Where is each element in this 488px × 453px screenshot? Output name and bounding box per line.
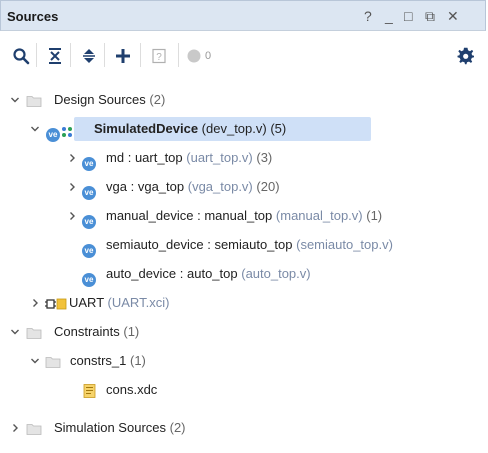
tree-node-child[interactable]: ve vga : vga_top (vga_top.v) (20) xyxy=(0,176,486,200)
help-button[interactable]: ? xyxy=(364,8,372,24)
instance-name: auto_device xyxy=(106,266,177,281)
toolbar: ? 0 xyxy=(0,31,486,80)
verilog-file-icon: ve xyxy=(46,122,60,142)
chevron-down-icon[interactable] xyxy=(8,321,22,343)
module-name: vga_top xyxy=(137,179,185,194)
instance-name: semiauto_device xyxy=(106,237,204,252)
chevron-right-icon[interactable] xyxy=(8,417,22,439)
tree-file: (uart_top.v) xyxy=(186,150,253,165)
tree-file: (UART.xci) xyxy=(107,295,170,310)
module-name: auto_top xyxy=(187,266,238,281)
folder-icon xyxy=(26,325,42,339)
tree-label: constrs_1 xyxy=(70,353,127,368)
tree-file: (dev_top.v) xyxy=(201,121,267,136)
tree-node-child[interactable]: ve md : uart_top (uart_top.v) (3) xyxy=(0,147,486,171)
verilog-file-icon: ve xyxy=(82,209,98,229)
messages-badge[interactable]: 0 xyxy=(186,45,246,67)
tree-count: (3) xyxy=(256,150,273,165)
panel-title: Sources xyxy=(7,9,59,24)
tree-label: Simulation Sources xyxy=(54,420,166,435)
collapse-all-icon[interactable] xyxy=(44,45,66,67)
instance-name: manual_device xyxy=(106,208,194,223)
tree-node-design-sources[interactable]: Design Sources (2) xyxy=(0,89,486,111)
tree-node-uart-ip[interactable]: UART (UART.xci) xyxy=(0,292,486,314)
chevron-down-icon[interactable] xyxy=(28,350,42,372)
minimize-button[interactable]: _ xyxy=(385,8,393,24)
instance-name: md xyxy=(106,150,125,165)
tree-count: (5) xyxy=(270,121,287,136)
tree-count: (1) xyxy=(130,353,146,368)
tree-node-child[interactable]: ve auto_device : auto_top (auto_top.v) xyxy=(0,263,486,287)
panel-title-bar: Sources ? _ □ ⧉ ✕ xyxy=(0,0,486,31)
chevron-down-icon[interactable] xyxy=(8,89,22,111)
tree-count: (1) xyxy=(366,208,383,223)
tree-node-xdc-file[interactable]: cons.xdc xyxy=(0,379,486,401)
folder-icon xyxy=(26,421,42,435)
tree-label: Design Sources xyxy=(54,92,146,107)
tree-node-constraints[interactable]: Constraints (1) xyxy=(0,321,486,343)
hierarchy-top-icon xyxy=(61,123,73,137)
ip-core-icon xyxy=(45,296,67,310)
close-button[interactable]: ✕ xyxy=(447,8,459,24)
tree-count: (2) xyxy=(149,92,166,107)
module-name: semiauto_top xyxy=(214,237,293,252)
gear-icon[interactable] xyxy=(455,45,477,67)
chevron-right-icon[interactable] xyxy=(65,205,79,227)
svg-text:?: ? xyxy=(156,52,162,63)
properties-icon[interactable]: ? xyxy=(148,45,170,67)
module-name: uart_top xyxy=(134,150,183,165)
chevron-right-icon[interactable] xyxy=(65,147,79,169)
toolbar-separator xyxy=(140,43,141,67)
status-dot-icon xyxy=(187,49,201,63)
instance-name: vga xyxy=(106,179,127,194)
badge-count: 0 xyxy=(205,50,212,62)
tree-label: Constraints xyxy=(54,324,120,339)
module-name: manual_top xyxy=(204,208,273,223)
toolbar-separator xyxy=(104,43,105,67)
toolbar-separator xyxy=(70,43,71,67)
verilog-file-icon: ve xyxy=(82,267,98,287)
tree-file: (semiauto_top.v) xyxy=(296,237,393,252)
add-sources-icon[interactable] xyxy=(112,45,134,67)
toolbar-separator xyxy=(36,43,37,67)
tree-label: cons.xdc xyxy=(106,382,158,397)
chevron-down-icon[interactable] xyxy=(28,118,42,140)
tree-file: (vga_top.v) xyxy=(187,179,253,194)
tree-node-simulation-sources[interactable]: Simulation Sources (2) xyxy=(0,417,486,439)
tree-count: (2) xyxy=(169,420,186,435)
sources-tree: Design Sources (2) ve SimulatedDevice (d… xyxy=(0,80,486,453)
toolbar-separator xyxy=(178,43,179,67)
tree-file: (manual_top.v) xyxy=(275,208,363,223)
float-button[interactable]: ⧉ xyxy=(425,8,435,24)
tree-label: SimulatedDevice xyxy=(94,121,199,136)
tree-count: (1) xyxy=(123,324,140,339)
search-icon[interactable] xyxy=(10,45,32,67)
verilog-file-icon: ve xyxy=(82,180,98,200)
tree-node-constrs-1[interactable]: constrs_1 (1) xyxy=(0,350,486,372)
expand-all-icon[interactable] xyxy=(78,45,100,67)
verilog-file-icon: ve xyxy=(82,151,98,171)
folder-icon xyxy=(26,93,42,107)
chevron-right-icon[interactable] xyxy=(65,176,79,198)
tree-count: (20) xyxy=(256,179,280,194)
folder-icon xyxy=(45,354,61,368)
verilog-file-icon: ve xyxy=(82,238,98,258)
tree-node-top-module[interactable]: ve SimulatedDevice (dev_top.v) (5) xyxy=(0,118,486,142)
xdc-file-icon xyxy=(82,383,98,398)
tree-node-child[interactable]: ve semiauto_device : semiauto_top (semia… xyxy=(0,234,486,258)
chevron-right-icon[interactable] xyxy=(28,292,42,314)
tree-file: (auto_top.v) xyxy=(241,266,311,281)
maximize-button[interactable]: □ xyxy=(404,8,412,24)
tree-label: UART xyxy=(69,295,104,310)
tree-node-child[interactable]: ve manual_device : manual_top (manual_to… xyxy=(0,205,486,229)
